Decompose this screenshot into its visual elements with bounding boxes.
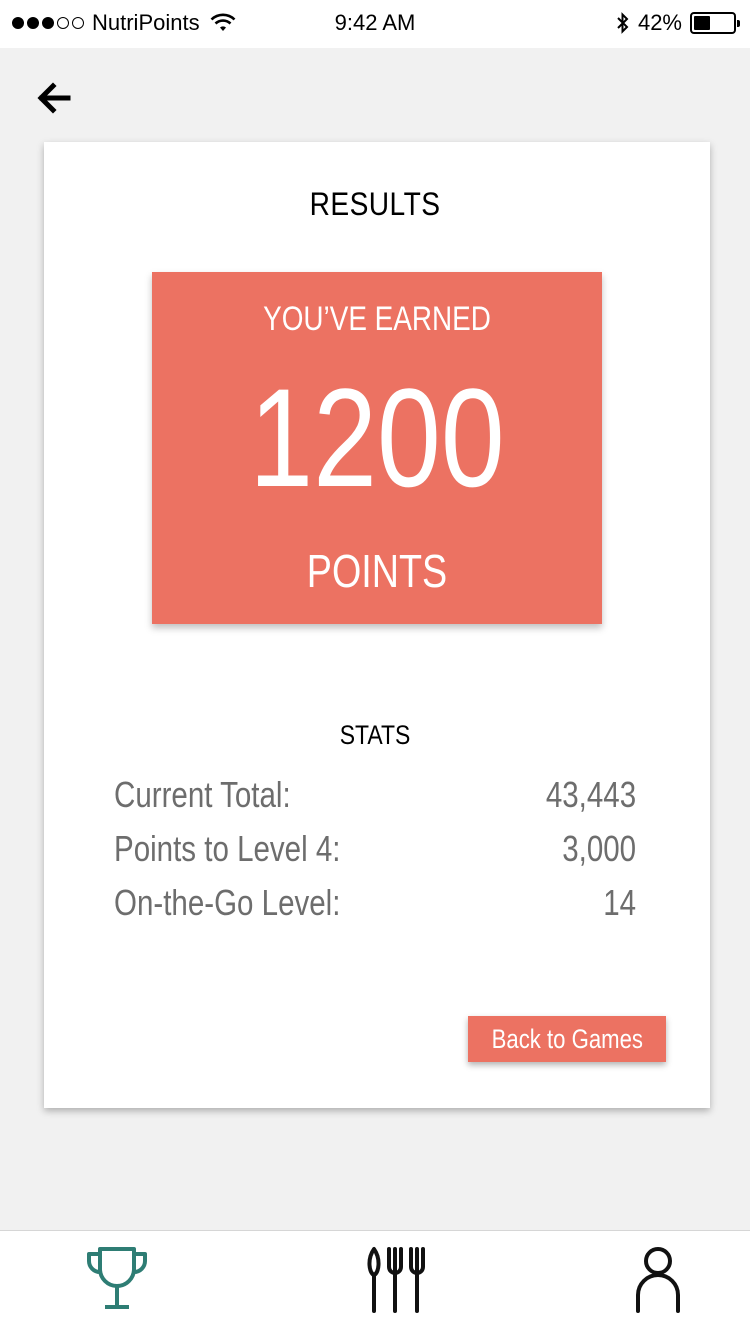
points-value: 1200 (249, 359, 505, 516)
battery-fill (694, 16, 710, 30)
stat-label: Points to Level 4: (114, 828, 341, 869)
stat-value: 14 (603, 882, 636, 923)
back-to-games-label: Back to Games (491, 1023, 643, 1054)
fork-knife-icon[interactable] (366, 1245, 430, 1315)
earned-label: YOU’VE EARNED (263, 300, 491, 338)
stat-value: 3,000 (562, 828, 636, 869)
stat-row: Points to Level 4: 3,000 (114, 828, 636, 882)
bluetooth-icon (617, 12, 629, 34)
stats-list: Current Total: 43,443 Points to Level 4:… (114, 774, 636, 936)
trophy-icon[interactable] (86, 1245, 148, 1315)
status-right: 42% (616, 10, 740, 36)
tab-bar (0, 1230, 750, 1336)
back-to-games-button[interactable]: Back to Games (468, 1016, 666, 1062)
stats-title: STATS (339, 720, 411, 750)
battery-percent: 42% (637, 10, 682, 35)
battery-icon (690, 12, 740, 34)
stat-row: Current Total: 43,443 (114, 774, 636, 828)
points-earned-panel: YOU’VE EARNED 1200 POINTS (152, 272, 602, 624)
stat-value: 43,443 (545, 774, 636, 815)
points-unit: POINTS (306, 545, 448, 597)
arrow-left-icon[interactable] (36, 80, 74, 116)
stat-label: On-the-Go Level: (114, 882, 341, 923)
status-bar: NutriPoints 9:42 AM 42% (0, 0, 750, 48)
page-title: RESULTS (309, 186, 441, 222)
profile-icon[interactable] (634, 1245, 682, 1315)
stat-row: On-the-Go Level: 14 (114, 882, 636, 936)
stat-label: Current Total: (114, 774, 291, 815)
